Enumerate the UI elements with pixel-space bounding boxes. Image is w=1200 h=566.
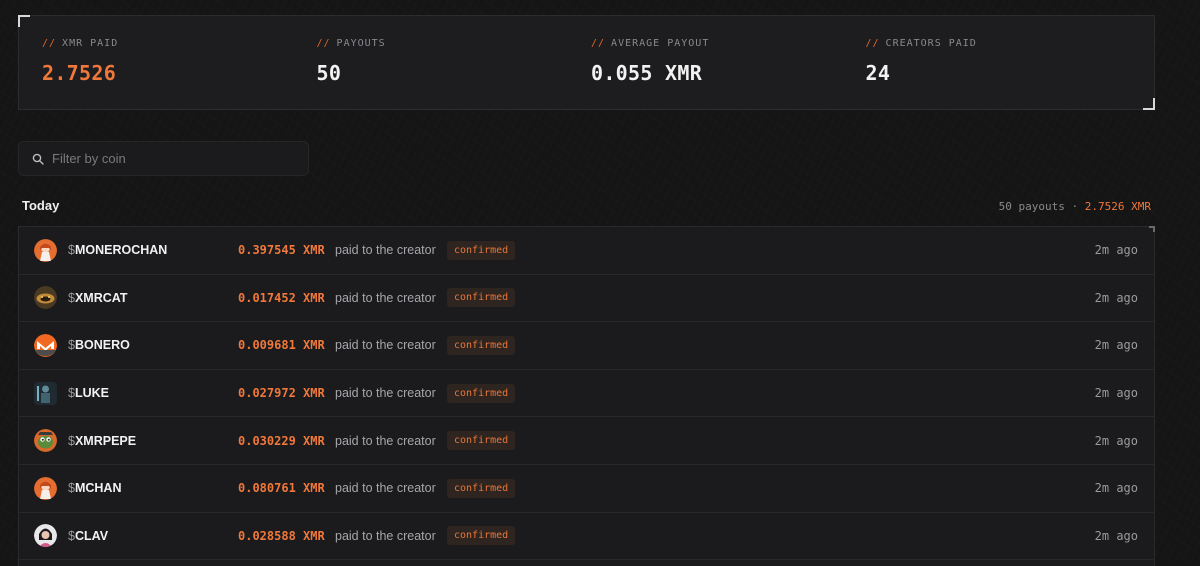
payout-amount: 0.080761 XMR xyxy=(238,481,325,496)
pepe-icon xyxy=(34,429,57,453)
timestamp: 2m ago xyxy=(1094,338,1138,353)
stat-average-payout: //AVERAGE PAYOUT 0.055 XMR xyxy=(591,16,866,109)
coin-ticker[interactable]: $LUKE xyxy=(68,386,109,400)
coin-ticker[interactable]: $MONEROCHAN xyxy=(68,243,167,257)
timestamp: 2m ago xyxy=(1094,290,1138,305)
coin-ticker[interactable]: $XMRCAT xyxy=(68,291,128,305)
timestamp: 2m ago xyxy=(1094,243,1138,258)
payout-row[interactable]: $XMRCAT 0.017452 XMR paid to the creator… xyxy=(19,275,1154,323)
payouts-count: 50 payouts xyxy=(998,200,1065,213)
payout-description: paid to the creator xyxy=(335,433,436,448)
corner-bracket xyxy=(18,15,30,27)
payout-row[interactable]: $MONEROCHAN 0.397545 XMR paid to the cre… xyxy=(19,227,1154,275)
payout-row[interactable]: $MCHAN 0.080761 XMR paid to the creator … xyxy=(19,465,1154,513)
stat-value: 24 xyxy=(865,61,891,85)
timestamp: 2m ago xyxy=(1094,481,1138,496)
timestamp: 2m ago xyxy=(1094,528,1138,543)
stat-label: //CREATORS PAID xyxy=(865,38,977,49)
payout-amount: 0.009681 XMR xyxy=(238,338,325,353)
stat-value: 2.7526 xyxy=(42,61,117,85)
search-icon xyxy=(32,153,44,165)
status-badge: confirmed xyxy=(447,288,516,308)
coin-ticker[interactable]: $MCHAN xyxy=(68,481,121,495)
status-badge: confirmed xyxy=(447,478,516,498)
cat-icon xyxy=(34,286,57,310)
payout-description: paid to the creator xyxy=(335,386,436,401)
payouts-list: $MONEROCHAN 0.397545 XMR paid to the cre… xyxy=(18,226,1155,566)
separator: · xyxy=(1071,200,1079,213)
portrait-icon xyxy=(34,524,57,548)
timestamp: 2m ago xyxy=(1094,433,1138,448)
coin-ticker[interactable]: $XMRPEPE xyxy=(68,434,136,448)
stat-label: //XMR PAID xyxy=(42,38,119,49)
stat-value: 50 xyxy=(316,61,342,85)
stat-value: 0.055 XMR xyxy=(591,61,703,85)
figure-icon xyxy=(34,381,57,405)
status-badge: confirmed xyxy=(447,240,516,260)
status-badge: confirmed xyxy=(447,526,516,546)
payout-amount: 0.028588 XMR xyxy=(238,528,325,543)
payout-amount: 0.030229 XMR xyxy=(238,433,325,448)
payout-description: paid to the creator xyxy=(335,338,436,353)
status-badge: confirmed xyxy=(447,431,516,451)
payout-row[interactable]: $BONERO 0.009681 XMR paid to the creator… xyxy=(19,322,1154,370)
payout-row[interactable]: $CLAV 0.028588 XMR paid to the creator c… xyxy=(19,513,1154,561)
stat-creators-paid: //CREATORS PAID 24 xyxy=(866,16,1141,109)
payout-amount: 0.017452 XMR xyxy=(238,290,325,305)
anime-girl-icon xyxy=(34,476,57,500)
payout-row[interactable]: $XMRPEPE 0.030229 XMR paid to the creato… xyxy=(19,417,1154,465)
stat-label: //AVERAGE PAYOUT xyxy=(591,38,710,49)
payouts-total: 2.7526 XMR xyxy=(1084,200,1151,213)
monero-logo-icon xyxy=(34,333,57,357)
payout-row[interactable]: $LUKE 0.027972 XMR paid to the creator c… xyxy=(19,370,1154,418)
filter-box[interactable] xyxy=(18,141,309,176)
stats-panel: //XMR PAID 2.7526 //PAYOUTS 50 //AVERAGE… xyxy=(18,15,1155,110)
payout-description: paid to the creator xyxy=(335,243,436,258)
payout-description: paid to the creator xyxy=(335,481,436,496)
payout-amount: 0.397545 XMR xyxy=(238,243,325,258)
section-summary: 50 payouts · 2.7526 XMR xyxy=(999,200,1151,213)
coin-ticker[interactable]: $BONERO xyxy=(68,338,130,352)
anime-girl-icon xyxy=(34,238,57,262)
filter-input[interactable] xyxy=(52,151,292,166)
corner-bracket xyxy=(1143,98,1155,110)
stat-label: //PAYOUTS xyxy=(316,38,386,49)
stat-payouts: //PAYOUTS 50 xyxy=(317,16,592,109)
status-badge: confirmed xyxy=(447,335,516,355)
payout-description: paid to the creator xyxy=(335,528,436,543)
stat-xmr-paid: //XMR PAID 2.7526 xyxy=(42,16,317,109)
status-badge: confirmed xyxy=(447,383,516,403)
payout-amount: 0.027972 XMR xyxy=(238,386,325,401)
coin-ticker[interactable]: $CLAV xyxy=(68,529,108,543)
section-title: Today xyxy=(22,198,60,213)
payout-description: paid to the creator xyxy=(335,290,436,305)
timestamp: 2m ago xyxy=(1094,386,1138,401)
